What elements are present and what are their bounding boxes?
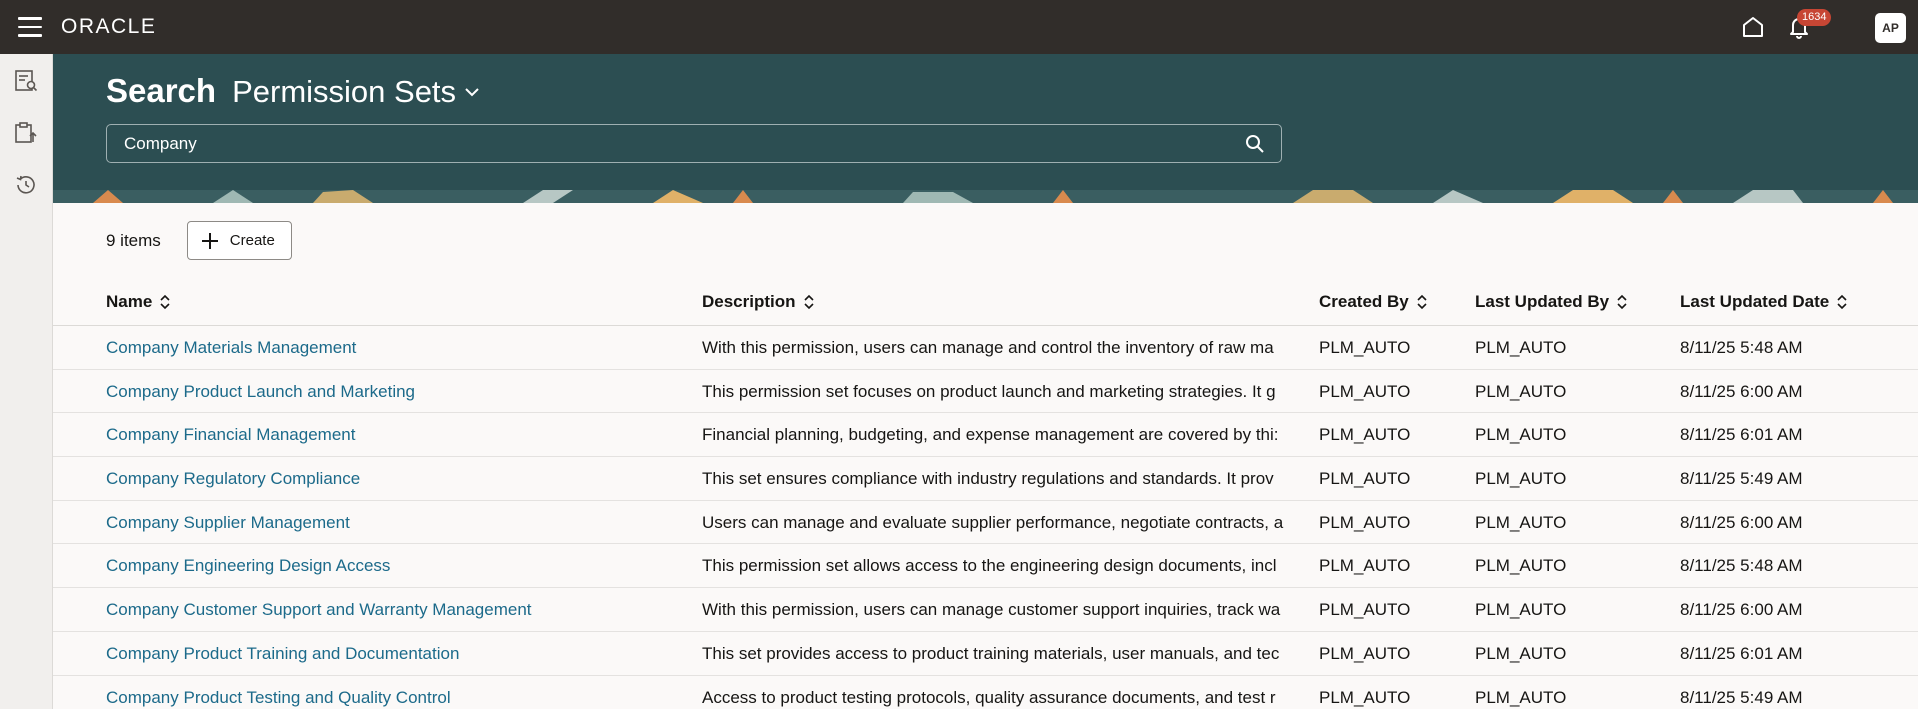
search-header: Search Permission Sets <box>53 54 1918 203</box>
permission-set-name-link[interactable]: Company Customer Support and Warranty Ma… <box>106 600 686 620</box>
results-count: 9 items <box>106 230 161 250</box>
history-icon[interactable] <box>13 172 39 198</box>
permission-set-name-link[interactable]: Company Product Launch and Marketing <box>106 382 686 402</box>
page-title-prefix: Search <box>106 72 217 109</box>
search-input[interactable] <box>124 134 1224 154</box>
results-toolbar: 9 items Create <box>106 221 292 260</box>
create-button-label: Create <box>229 232 275 249</box>
created-by-cell: PLM_AUTO <box>1319 556 1411 576</box>
table-row[interactable]: Company Supplier Management Users can ma… <box>53 501 1918 545</box>
sort-icon <box>1417 294 1427 310</box>
clipboard-upload-icon[interactable] <box>13 120 39 146</box>
user-avatar[interactable]: AP <box>1875 13 1906 43</box>
sort-icon <box>160 294 170 310</box>
table-row[interactable]: Company Product Testing and Quality Cont… <box>53 676 1918 709</box>
top-navigation-bar: ORACLE 1634 AP <box>0 0 1918 54</box>
sort-icon <box>803 294 814 310</box>
last-updated-by-cell: PLM_AUTO <box>1475 556 1567 576</box>
created-by-cell: PLM_AUTO <box>1319 469 1411 489</box>
created-by-cell: PLM_AUTO <box>1319 425 1411 445</box>
created-by-cell: PLM_AUTO <box>1319 600 1411 620</box>
permission-set-name-link[interactable]: Company Financial Management <box>106 425 686 445</box>
object-selector[interactable]: Permission Sets <box>232 74 456 110</box>
column-header-description[interactable]: Description <box>702 292 1302 312</box>
permission-set-description: With this permission, users can manage a… <box>702 338 1274 357</box>
home-icon[interactable] <box>1740 14 1766 40</box>
table-row[interactable]: Company Regulatory Compliance This set e… <box>53 457 1918 501</box>
permission-sets-table: Name Description Created By Last Updated… <box>53 280 1918 709</box>
table-row[interactable]: Company Customer Support and Warranty Ma… <box>53 588 1918 632</box>
permission-set-name-link[interactable]: Company Product Testing and Quality Cont… <box>106 688 686 708</box>
last-updated-date-cell: 8/11/25 6:00 AM <box>1680 512 1803 532</box>
last-updated-by-cell: PLM_AUTO <box>1475 600 1567 620</box>
last-updated-by-cell: PLM_AUTO <box>1475 469 1567 489</box>
column-header-name[interactable]: Name <box>106 292 686 312</box>
created-by-cell: PLM_AUTO <box>1319 338 1411 357</box>
last-updated-date-cell: 8/11/25 5:48 AM <box>1680 556 1803 576</box>
task-list-search-icon[interactable] <box>13 68 39 94</box>
plus-icon <box>201 232 218 249</box>
permission-set-name-link[interactable]: Company Product Training and Documentati… <box>106 644 686 664</box>
permission-set-description: Financial planning, budgeting, and expen… <box>702 425 1279 445</box>
permission-set-name-link[interactable]: Company Supplier Management <box>106 513 686 533</box>
created-by-cell: PLM_AUTO <box>1319 687 1411 707</box>
last-updated-by-cell: PLM_AUTO <box>1475 687 1567 707</box>
created-by-cell: PLM_AUTO <box>1319 381 1411 401</box>
sort-icon <box>1617 294 1627 310</box>
create-button[interactable]: Create <box>186 221 292 260</box>
permission-set-description: With this permission, users can manage c… <box>702 600 1281 620</box>
table-header-row: Name Description Created By Last Updated… <box>53 280 1918 326</box>
last-updated-date-cell: 8/11/25 5:49 AM <box>1680 469 1803 489</box>
column-header-created-by[interactable]: Created By <box>1319 292 1459 312</box>
created-by-cell: PLM_AUTO <box>1319 512 1411 532</box>
permission-set-name-link[interactable]: Company Regulatory Compliance <box>106 469 686 489</box>
notification-count-badge: 1634 <box>1797 9 1832 26</box>
last-updated-date-cell: 8/11/25 6:01 AM <box>1680 643 1803 663</box>
search-icon[interactable] <box>1245 134 1265 154</box>
hamburger-menu-icon[interactable] <box>18 17 42 37</box>
table-row[interactable]: Company Materials Management With this p… <box>53 326 1918 370</box>
permission-set-description: This set ensures compliance with industr… <box>702 469 1274 489</box>
last-updated-by-cell: PLM_AUTO <box>1475 381 1567 401</box>
permission-set-description: Users can manage and evaluate supplier p… <box>702 512 1284 532</box>
last-updated-by-cell: PLM_AUTO <box>1475 425 1567 445</box>
table-row[interactable]: Company Financial Management Financial p… <box>53 413 1918 458</box>
last-updated-date-cell: 8/11/25 6:00 AM <box>1680 600 1803 620</box>
column-header-last-updated-date[interactable]: Last Updated Date <box>1680 292 1880 312</box>
permission-set-description: This permission set allows access to the… <box>702 556 1277 576</box>
last-updated-date-cell: 8/11/25 5:48 AM <box>1680 338 1803 357</box>
page-title: Search Permission Sets <box>106 72 480 110</box>
permission-set-name-link[interactable]: Company Materials Management <box>106 338 686 358</box>
permission-set-description: Access to product testing protocols, qua… <box>702 687 1276 707</box>
last-updated-by-cell: PLM_AUTO <box>1475 643 1567 663</box>
permission-set-description: This set provides access to product trai… <box>702 643 1280 663</box>
column-header-last-updated-by[interactable]: Last Updated By <box>1475 292 1655 312</box>
table-row[interactable]: Company Engineering Design Access This p… <box>53 544 1918 589</box>
decorative-banner-pattern <box>53 190 1918 203</box>
created-by-cell: PLM_AUTO <box>1319 643 1411 663</box>
table-row[interactable]: Company Product Training and Documentati… <box>53 632 1918 676</box>
last-updated-date-cell: 8/11/25 6:00 AM <box>1680 381 1803 401</box>
permission-set-description: This permission set focuses on product l… <box>702 381 1276 401</box>
sort-icon <box>1837 294 1847 310</box>
left-rail <box>0 54 53 709</box>
permission-set-name-link[interactable]: Company Engineering Design Access <box>106 556 686 576</box>
last-updated-date-cell: 8/11/25 6:01 AM <box>1680 425 1803 445</box>
last-updated-by-cell: PLM_AUTO <box>1475 338 1567 357</box>
search-field[interactable] <box>106 124 1282 163</box>
chevron-down-icon[interactable] <box>464 86 480 98</box>
oracle-logo[interactable]: ORACLE <box>61 15 156 39</box>
last-updated-date-cell: 8/11/25 5:49 AM <box>1680 687 1803 707</box>
table-row[interactable]: Company Product Launch and Marketing Thi… <box>53 370 1918 414</box>
last-updated-by-cell: PLM_AUTO <box>1475 512 1567 532</box>
